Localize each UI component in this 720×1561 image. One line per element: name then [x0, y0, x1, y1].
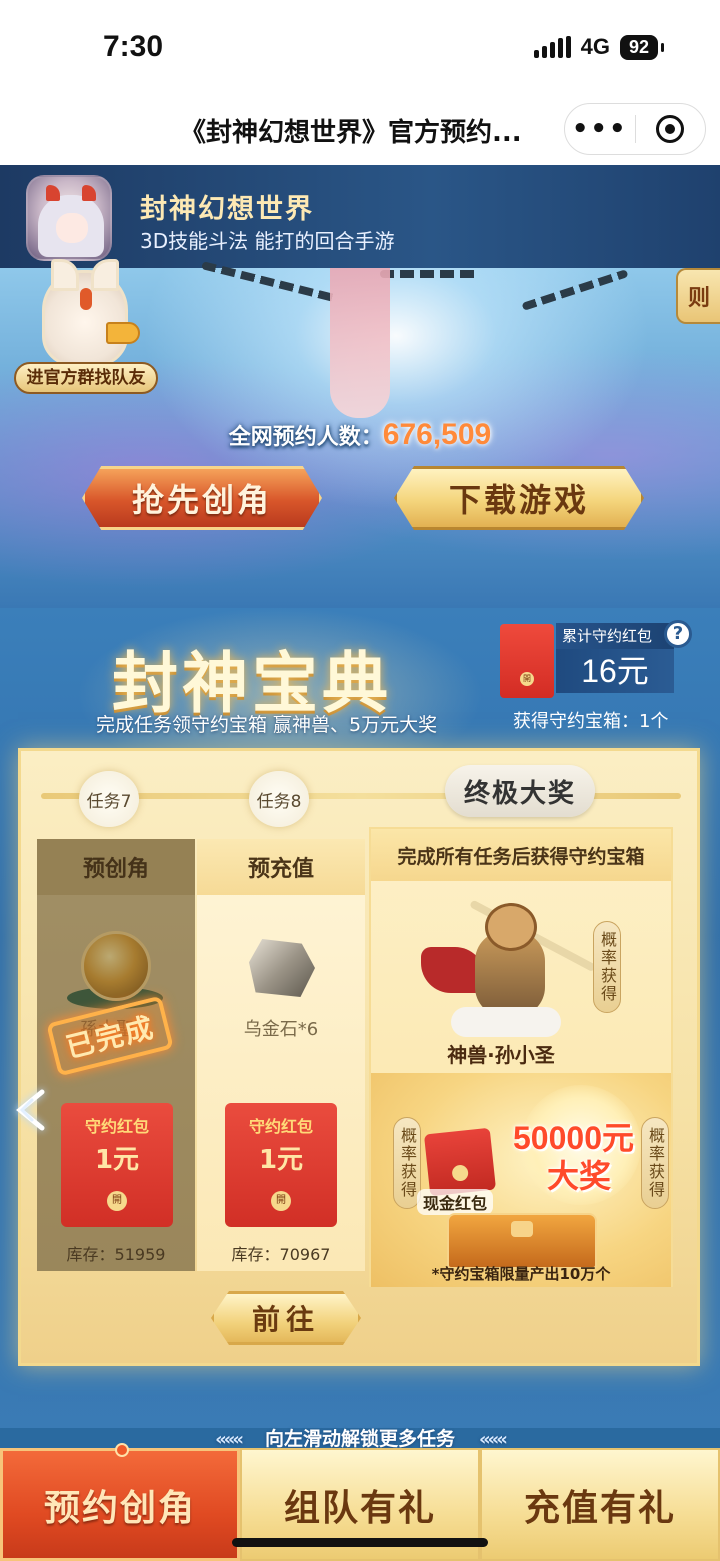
red-envelope-icon: 開 [500, 624, 554, 698]
probability-tag: 概率获得 [641, 1117, 669, 1209]
download-game-button[interactable]: 下载游戏 [394, 466, 644, 530]
network-type: 4G [580, 34, 610, 59]
codex-subtitle: 完成任务领守约宝箱 赢神兽、5万元大奖 [96, 714, 438, 736]
page-title: 《封神幻想世界》官方预约... [180, 118, 522, 148]
signal-icon [533, 36, 571, 58]
go-button[interactable]: 前往 [211, 1291, 361, 1345]
tab-recharge-gift[interactable]: 充值有礼 [480, 1448, 720, 1561]
game-slogan: 3D技能斗法 能打的回合手游 [140, 229, 395, 253]
help-icon[interactable]: ? [664, 620, 692, 648]
beast-name: 神兽·孙小圣 [447, 1043, 555, 1067]
task-title: 预充值 [197, 839, 365, 895]
hero-character [330, 268, 390, 418]
megaphone-icon [106, 322, 140, 344]
join-group-label: 进官方群找队友 [14, 362, 158, 394]
divine-beast-image [411, 891, 597, 1041]
stock-count: 库存：70967 [231, 1245, 331, 1264]
task-card-pre-create[interactable]: 预创角 孫大聖… 已完成 守约红包 1元 開 库存：51959 [37, 839, 195, 1271]
rules-tab[interactable]: 则 [676, 268, 720, 324]
game-header: 封神幻想世界 3D技能斗法 能打的回合手游 [0, 165, 720, 268]
final-prize-header: 完成所有任务后获得守约宝箱 [371, 829, 671, 881]
scroll-left-arrow-icon[interactable] [10, 1086, 52, 1134]
final-prize-tag: 终极大奖 [445, 765, 595, 817]
probability-tag: 概率获得 [593, 921, 621, 1013]
accum-redpack-value: 16元 [556, 649, 674, 693]
nav-bar: 《封神幻想世界》官方预约... ••• [0, 95, 720, 165]
stock-count: 库存：51959 [66, 1245, 166, 1264]
accum-redpack-label: 累计守约红包 [556, 623, 674, 649]
grand-prize-label: 大奖 [547, 1157, 612, 1195]
task-node-7[interactable]: 任务7 [79, 771, 139, 827]
cash-redpack-label: 现金红包 [417, 1189, 494, 1215]
mascot-icon [42, 259, 128, 366]
chest-limit-note: *守约宝箱限量产出10万个 [431, 1265, 611, 1283]
home-indicator [232, 1538, 488, 1547]
task-node-8[interactable]: 任务8 [249, 771, 309, 827]
reserve-count: 676,509 [382, 418, 492, 451]
status-indicators: 4G 92 [533, 34, 665, 60]
task-card-pre-recharge[interactable]: 预充值 乌金石*6 守约红包 1元 開 库存：70967 [197, 839, 365, 1271]
battery-icon: 92 [619, 34, 665, 60]
stone-icon [249, 939, 315, 997]
red-envelope: 守约红包 1元 開 [61, 1103, 173, 1227]
redpack-amount: 1元 [258, 1145, 304, 1175]
tab-reserve-create[interactable]: 预约创角 [0, 1443, 240, 1561]
game-app-icon [26, 175, 112, 261]
mini-program-capsule: ••• [564, 103, 706, 155]
left-arrows-icon: ««« [215, 1429, 244, 1450]
more-dots-icon[interactable]: ••• [565, 114, 635, 144]
red-envelope: 守约红包 1元 開 [225, 1103, 337, 1227]
cash-envelope-icon [423, 1127, 497, 1197]
left-arrows-icon: ««« [479, 1429, 508, 1450]
task-item-name: 乌金石*6 [243, 1019, 319, 1040]
close-target-icon[interactable] [636, 115, 706, 143]
final-prize-card[interactable]: 完成所有任务后获得守约宝箱 概率获得 神兽·孙小圣 概率获得 概率获得 现金红包… [369, 827, 673, 1287]
reserve-label: 全网预约人数： [228, 425, 383, 450]
grand-prize-area: 概率获得 概率获得 现金红包 50000元 大奖 *守约宝箱限量产出10万个 [371, 1073, 671, 1287]
swipe-hint: ««« 向左滑动解锁更多任务 ««« [0, 1424, 720, 1451]
create-role-button[interactable]: 抢先创角 [82, 466, 322, 530]
status-time: 7:30 [103, 30, 164, 63]
game-name: 封神幻想世界 [140, 194, 314, 225]
join-group-button[interactable]: 进官方群找队友 [14, 259, 158, 396]
box-count: 获得守约宝箱：1个 [513, 711, 669, 732]
swipe-hint-text: 向左滑动解锁更多任务 [264, 1428, 455, 1450]
treasure-chest-icon [447, 1213, 597, 1269]
status-bar: 7:30 4G 92 [0, 0, 720, 95]
task-board: 任务7 任务8 终极大奖 预创角 孫大聖… 已完成 守约红包 1元 開 库存：5… [18, 748, 700, 1366]
reserve-counter: 全网预约人数：676,509 [0, 418, 720, 452]
redpack-amount: 1元 [94, 1145, 140, 1175]
